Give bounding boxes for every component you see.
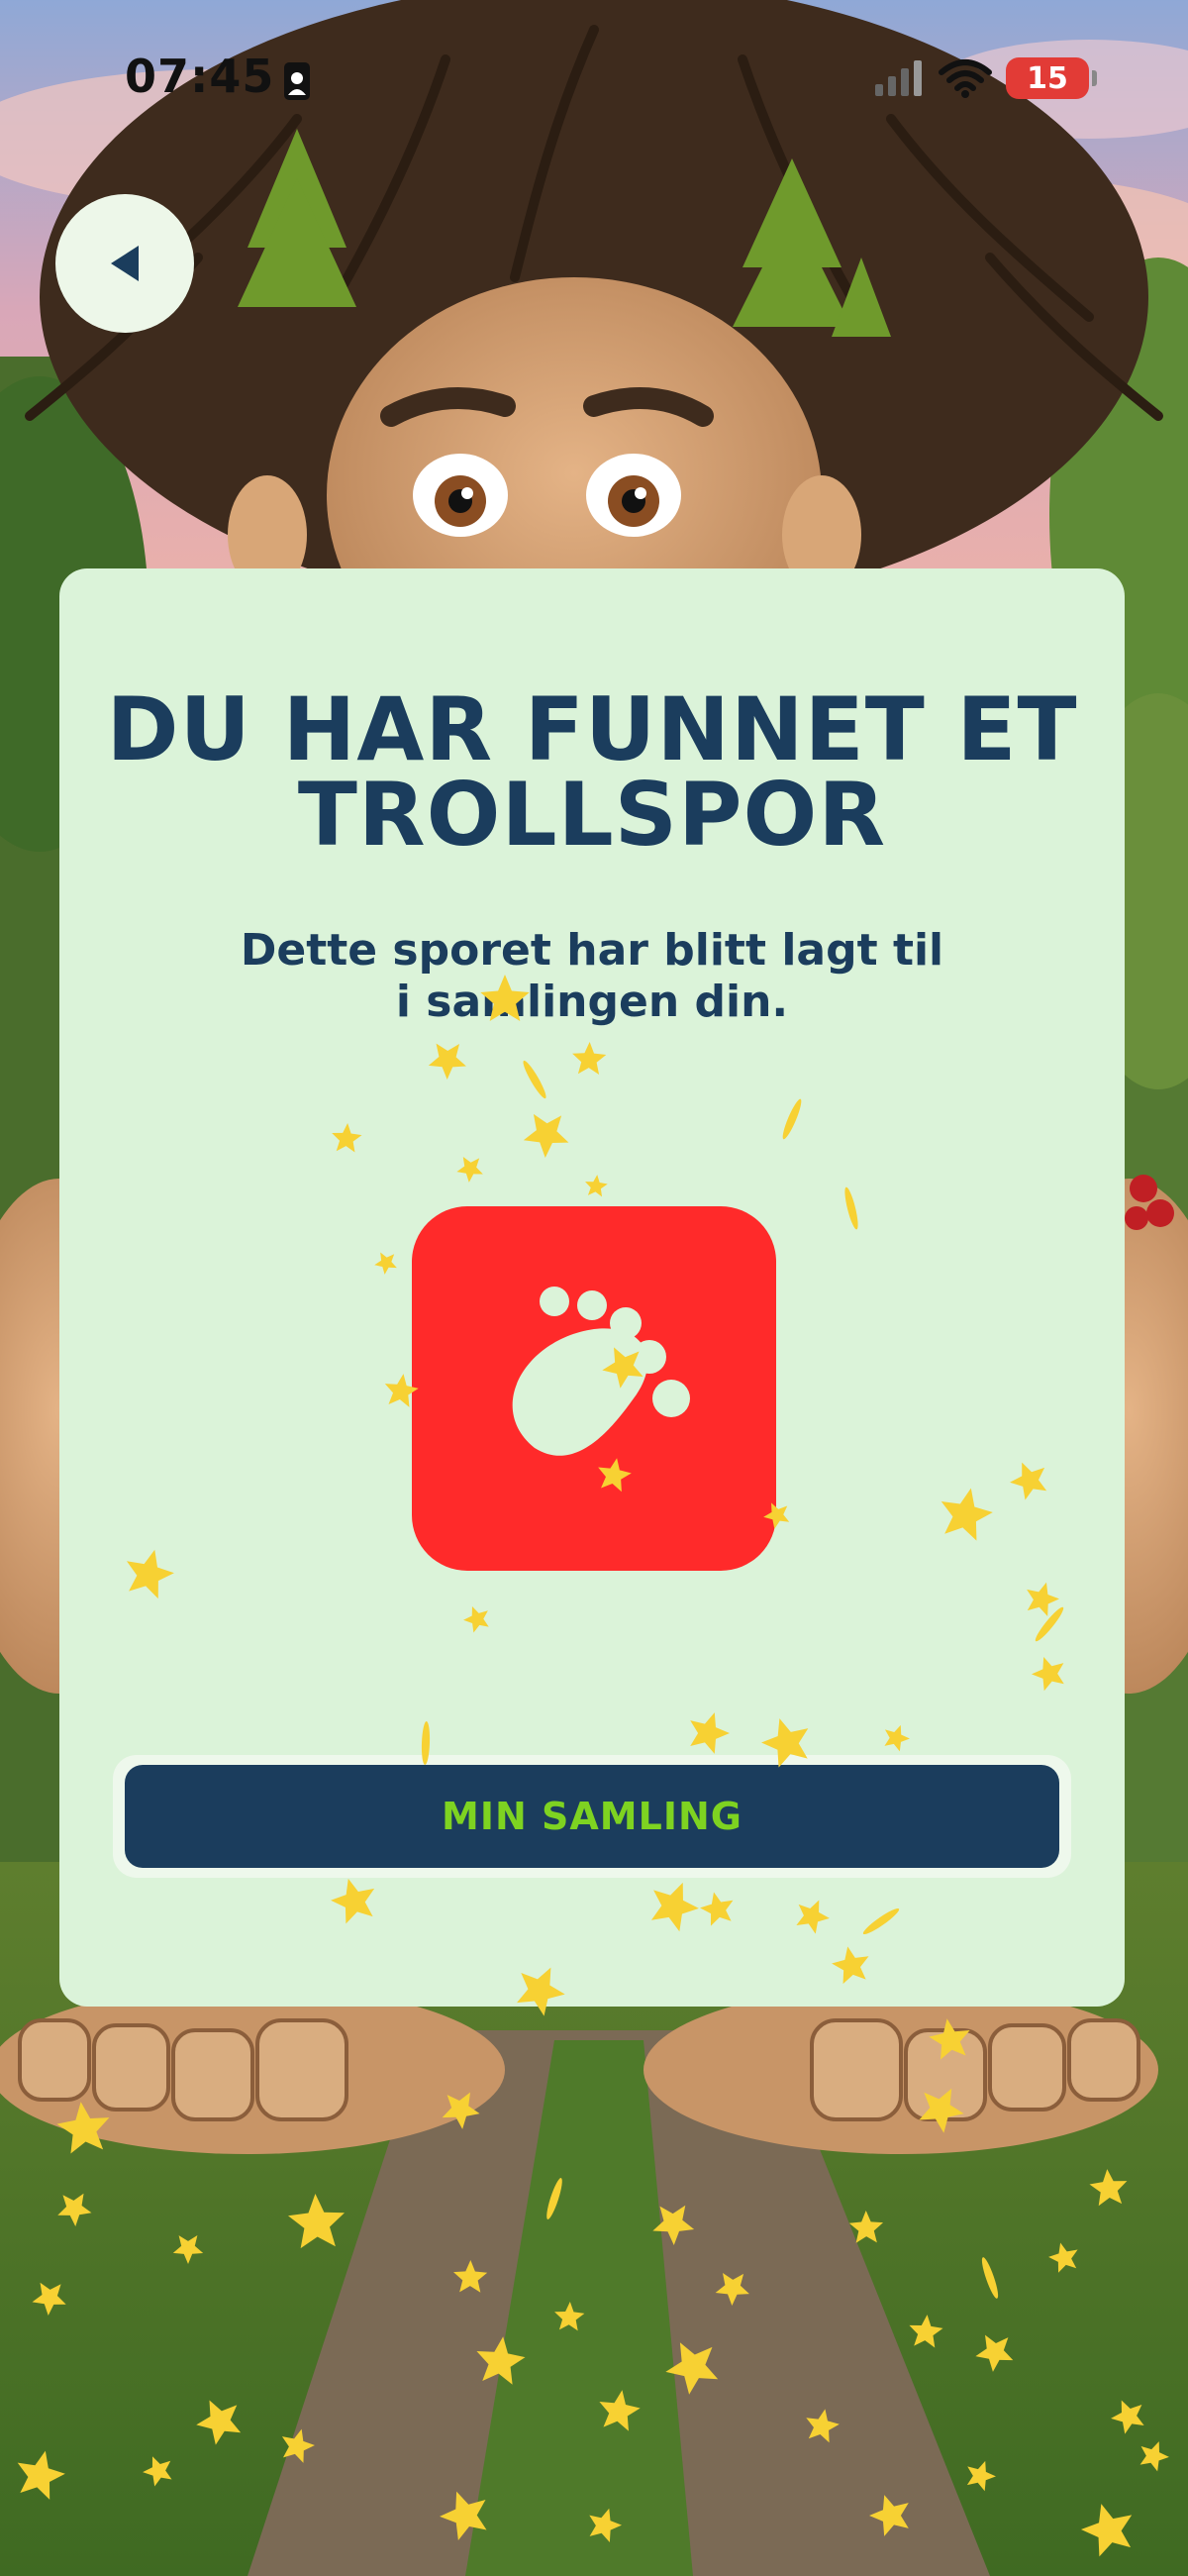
- status-icons: 15: [873, 57, 1097, 99]
- min-samling-button[interactable]: MIN SAMLING: [125, 1765, 1059, 1868]
- footprint-icon: [512, 1287, 690, 1456]
- battery-level: 15: [1027, 60, 1068, 96]
- back-arrow-icon: [111, 246, 139, 281]
- card-subtitle: Dette sporet har blitt lagt til i samlin…: [240, 925, 944, 1027]
- trollspor-found-card: DU HAR FUNNET ET TROLLSPOR Dette sporet …: [59, 568, 1125, 2007]
- person-badge-icon: [284, 62, 310, 100]
- footprint-badge: [412, 1206, 776, 1571]
- wifi-icon: [939, 59, 992, 98]
- card-title: DU HAR FUNNET ET TROLLSPOR: [106, 678, 1078, 866]
- status-time: 07:45: [125, 50, 275, 103]
- back-button[interactable]: [55, 194, 194, 333]
- button-container: MIN SAMLING: [113, 1755, 1071, 1878]
- cellular-signal-icon: [875, 60, 922, 96]
- battery-indicator: 15: [1006, 57, 1097, 99]
- status-bar: 07:45 15: [0, 0, 1188, 158]
